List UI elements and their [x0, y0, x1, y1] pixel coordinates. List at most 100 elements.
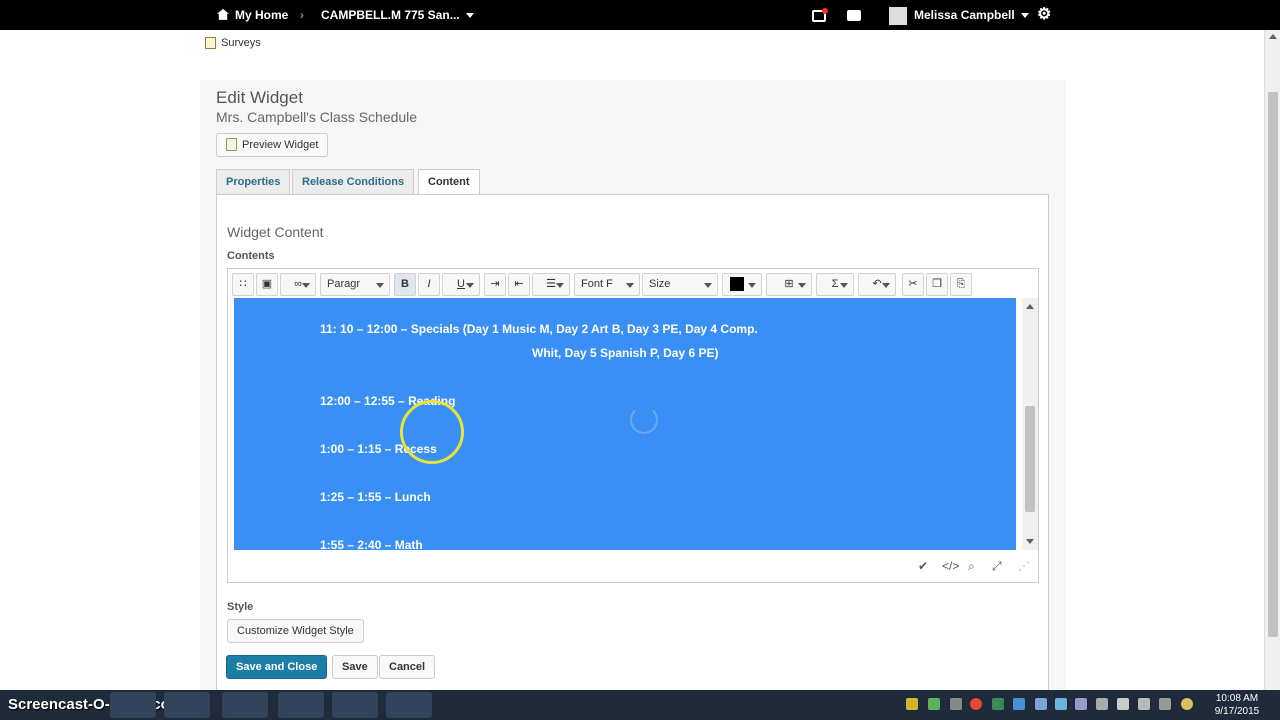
- chevron-down-icon: [466, 283, 474, 288]
- indent-icon[interactable]: ⇥: [484, 273, 506, 296]
- tray-icon[interactable]: [1181, 698, 1193, 710]
- editor-footer: ✔ </> ⌕ ⤢ ⋰: [228, 554, 1038, 582]
- schedule-line: 1:55 – 2:40 – Math: [320, 538, 423, 550]
- text-color-swatch: [730, 277, 744, 292]
- user-name: Melissa Campbell: [914, 8, 1015, 22]
- chevron-down-icon: [556, 283, 564, 288]
- text-color-picker[interactable]: [722, 273, 762, 296]
- chevron-down-icon: [302, 283, 310, 288]
- style-label: Style: [227, 601, 254, 613]
- tray-icon[interactable]: [1138, 698, 1150, 710]
- gear-icon[interactable]: ⚙: [1037, 0, 1051, 30]
- font-size-label: Size: [649, 278, 671, 290]
- source-code-icon[interactable]: </>: [942, 559, 959, 573]
- tab-content[interactable]: Content: [418, 169, 480, 196]
- equation-button[interactable]: Σ: [816, 273, 854, 296]
- tray-chrome-icon[interactable]: [970, 698, 982, 710]
- insert-link-icon[interactable]: ∞: [280, 273, 316, 296]
- copy-icon[interactable]: ❐: [926, 273, 948, 296]
- save-button[interactable]: Save: [332, 655, 378, 679]
- tray-icon[interactable]: [992, 698, 1004, 710]
- page-scrollbar[interactable]: [1264, 30, 1280, 690]
- tray-icon[interactable]: [1055, 698, 1067, 710]
- alerts-icon[interactable]: [812, 0, 828, 30]
- editor-toolbar: ∷ ▣ ∞ Paragr B I U ⇥ ⇤ ☰ Font F Size ⊞ Σ…: [228, 270, 1038, 300]
- scroll-up-icon[interactable]: [1269, 34, 1277, 39]
- insert-stuff-icon[interactable]: ∷: [232, 273, 254, 296]
- preview-icon: [226, 137, 237, 151]
- preview-widget-button[interactable]: Preview Widget: [216, 133, 329, 157]
- font-size-select[interactable]: Size: [642, 273, 718, 296]
- scroll-up-icon[interactable]: [1026, 304, 1034, 309]
- chevron-down-icon: [748, 283, 756, 288]
- chevron-down-icon: [626, 283, 634, 288]
- undo-icon[interactable]: ↶: [858, 273, 896, 296]
- schedule-line: 1:25 – 1:55 – Lunch: [320, 490, 431, 504]
- tray-icon[interactable]: [1035, 698, 1047, 710]
- chevron-down-icon: [376, 283, 384, 288]
- underline-label: U: [457, 278, 465, 290]
- user-menu[interactable]: Melissa Campbell: [889, 0, 1029, 30]
- tab-properties[interactable]: Properties: [216, 169, 291, 195]
- my-home-label: My Home: [235, 8, 289, 22]
- tray-network-icon[interactable]: [1096, 698, 1108, 710]
- system-clock[interactable]: 10:08 AM 9/17/2015: [1205, 692, 1269, 718]
- customize-widget-style-button[interactable]: Customize Widget Style: [227, 619, 364, 643]
- insert-table-icon[interactable]: ⊞: [766, 273, 812, 296]
- italic-button[interactable]: I: [418, 273, 440, 296]
- word-icon[interactable]: [332, 692, 378, 718]
- underline-button[interactable]: U: [442, 273, 480, 296]
- tray-icon[interactable]: [1013, 698, 1025, 710]
- bullet-list-icon[interactable]: ☰: [532, 273, 570, 296]
- tray-flag-icon[interactable]: [1117, 698, 1129, 710]
- editor-scrollbar-thumb[interactable]: [1025, 406, 1035, 512]
- chevron-down-icon: [465, 13, 474, 19]
- scroll-down-icon[interactable]: [1026, 539, 1034, 544]
- avatar: [889, 6, 907, 25]
- editor-scrollbar[interactable]: [1022, 298, 1038, 550]
- loading-spinner-icon: [630, 406, 658, 434]
- fullscreen-icon[interactable]: ⤢: [992, 559, 1002, 574]
- editor-document[interactable]: 11: 10 – 12:00 – Specials (Day 1 Music M…: [234, 298, 1016, 550]
- tray-icon[interactable]: [1075, 698, 1087, 710]
- paste-icon[interactable]: ⎘: [950, 273, 972, 296]
- cursor-highlight-ring: [400, 400, 464, 464]
- chevron-down-icon: [798, 283, 806, 288]
- preview-widget-label: Preview Widget: [242, 139, 319, 151]
- scrollbar-thumb[interactable]: [1268, 92, 1278, 637]
- taskbar-app-icon[interactable]: [110, 692, 156, 718]
- messages-icon[interactable]: [847, 0, 861, 30]
- surveys-icon: [205, 37, 216, 50]
- preview-icon[interactable]: ⌕: [968, 559, 975, 574]
- clock-date: 9/17/2015: [1214, 706, 1260, 717]
- tray-icon[interactable]: [928, 698, 940, 710]
- file-explorer-icon[interactable]: [222, 692, 268, 718]
- insert-image-icon[interactable]: ▣: [256, 273, 278, 296]
- paragraph-format-select[interactable]: Paragr: [320, 273, 390, 296]
- my-home-link[interactable]: My Home: [217, 0, 288, 30]
- font-family-select[interactable]: Font F: [574, 273, 640, 296]
- tab-release-conditions[interactable]: Release Conditions: [292, 169, 415, 195]
- surveys-label: Surveys: [221, 37, 261, 49]
- tray-shield-icon[interactable]: [906, 698, 918, 710]
- spellcheck-icon[interactable]: ✔: [918, 559, 928, 573]
- chevron-down-icon: [882, 283, 890, 288]
- tray-volume-icon[interactable]: [1159, 698, 1171, 710]
- home-icon: [217, 8, 229, 20]
- cut-icon[interactable]: ✂: [902, 273, 924, 296]
- outdent-icon[interactable]: ⇤: [508, 273, 530, 296]
- surveys-link[interactable]: Surveys: [205, 37, 261, 50]
- tray-icon[interactable]: [950, 698, 962, 710]
- windows-taskbar: Screencast-O-Matic.com 10:08 AM 9/17/201…: [0, 690, 1280, 720]
- course-selector[interactable]: CAMPBELL.M 775 San...: [321, 0, 474, 30]
- bold-button[interactable]: B: [394, 273, 416, 296]
- cancel-button[interactable]: Cancel: [379, 655, 436, 679]
- resize-handle-icon[interactable]: ⋰: [1018, 559, 1030, 573]
- chrome-icon[interactable]: [164, 692, 210, 718]
- media-app-icon[interactable]: [278, 692, 324, 718]
- chevron-down-icon: [840, 283, 848, 288]
- snipping-tool-icon[interactable]: [386, 692, 432, 718]
- page-subtitle: Mrs. Campbell's Class Schedule: [216, 109, 418, 125]
- save-and-close-button[interactable]: Save and Close: [226, 655, 328, 679]
- breadcrumb-separator: ›: [300, 8, 304, 22]
